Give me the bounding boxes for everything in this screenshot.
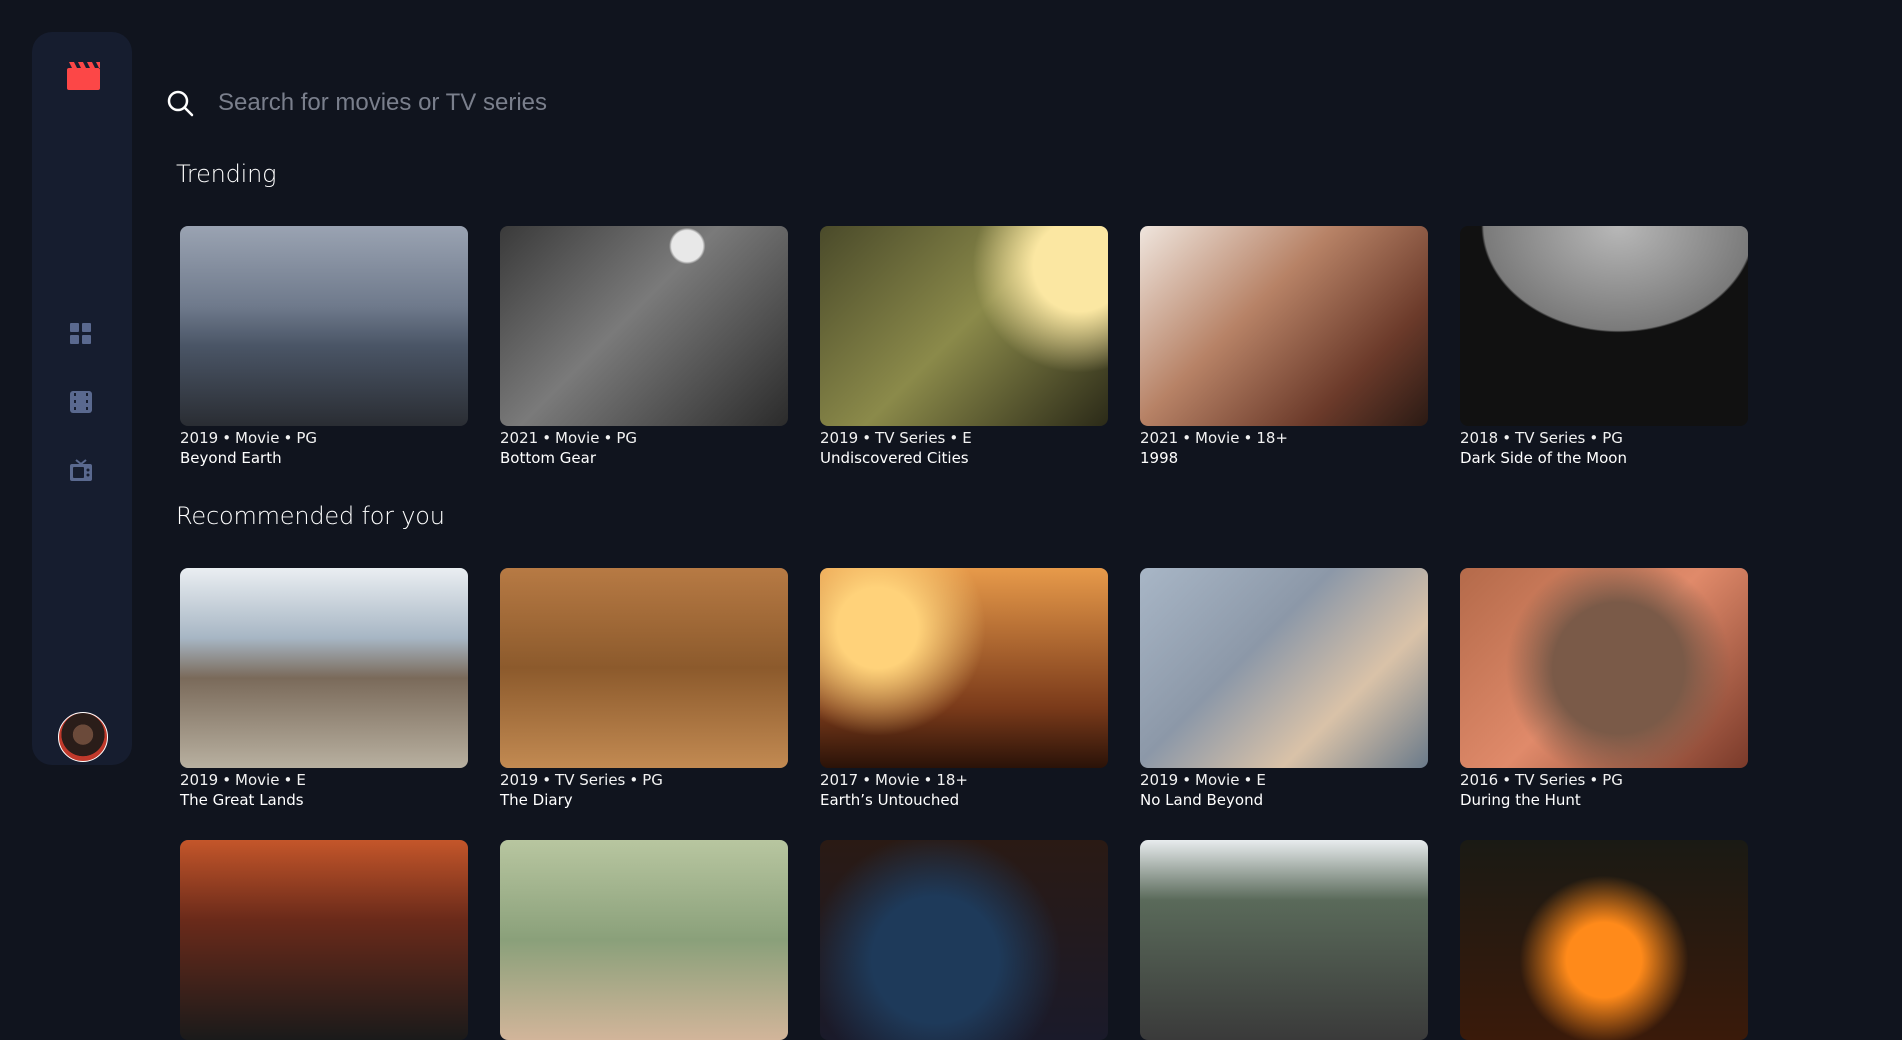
recommended-card[interactable] xyxy=(500,840,788,1040)
search-input[interactable] xyxy=(218,89,1018,117)
trending-heading: Trending xyxy=(176,160,277,188)
trending-card[interactable]: 2019 • Movie • PG Beyond Earth xyxy=(180,226,468,468)
recommended-card[interactable] xyxy=(1460,840,1748,1040)
thumbnail-image xyxy=(820,226,1108,426)
thumbnail-image xyxy=(1140,840,1428,1040)
card-title: No Land Beyond xyxy=(1140,791,1264,809)
nav-movies-icon[interactable] xyxy=(70,391,94,415)
thumbnail-image xyxy=(1140,568,1428,768)
card-meta: 2019 • Movie • PG xyxy=(180,429,317,447)
nav-tv-series-icon[interactable] xyxy=(70,459,94,483)
card-title: The Great Lands xyxy=(180,791,304,809)
card-title: Earth’s Untouched xyxy=(820,791,960,809)
thumbnail-image xyxy=(500,226,788,426)
thumbnail-image xyxy=(180,568,468,768)
thumbnail-image xyxy=(180,226,468,426)
card-meta: 2019 • TV Series • E xyxy=(820,429,972,447)
card-title: Undiscovered Cities xyxy=(820,449,969,467)
thumbnail-image xyxy=(1140,226,1428,426)
card-title: Beyond Earth xyxy=(180,449,282,467)
recommended-card[interactable]: 2019 • Movie • E No Land Beyond xyxy=(1140,568,1428,810)
search-icon xyxy=(166,89,194,117)
nav-home-icon[interactable] xyxy=(70,323,94,347)
trending-card[interactable]: 2018 • TV Series • PG Dark Side of the Moon xyxy=(1460,226,1748,468)
thumbnail-image xyxy=(500,568,788,768)
card-meta: 2016 • TV Series • PG xyxy=(1460,771,1623,789)
sidebar xyxy=(32,32,132,765)
thumbnail-image xyxy=(1460,226,1748,426)
thumbnail-image xyxy=(820,568,1108,768)
recommended-card[interactable]: 2017 • Movie • 18+ Earth’s Untouched xyxy=(820,568,1108,810)
thumbnail-image xyxy=(820,840,1108,1040)
recommended-card[interactable]: 2019 • TV Series • PG The Diary xyxy=(500,568,788,810)
thumbnail-image xyxy=(180,840,468,1040)
card-meta: 2019 • TV Series • PG xyxy=(500,771,663,789)
trending-card[interactable]: 2021 • Movie • PG Bottom Gear xyxy=(500,226,788,468)
recommended-heading: Recommended for you xyxy=(176,502,445,530)
card-meta: 2018 • TV Series • PG xyxy=(1460,429,1623,447)
recommended-card[interactable]: 2019 • Movie • E The Great Lands xyxy=(180,568,468,810)
card-meta: 2021 • Movie • PG xyxy=(500,429,637,447)
thumbnail-image xyxy=(1460,840,1748,1040)
card-meta: 2019 • Movie • E xyxy=(180,771,306,789)
card-meta: 2021 • Movie • 18+ xyxy=(1140,429,1288,447)
card-meta: 2017 • Movie • 18+ xyxy=(820,771,968,789)
thumbnail-image xyxy=(1460,568,1748,768)
logo-icon[interactable] xyxy=(67,62,100,90)
user-avatar[interactable] xyxy=(58,712,108,762)
recommended-card[interactable] xyxy=(820,840,1108,1040)
recommended-card[interactable] xyxy=(180,840,468,1040)
card-title: The Diary xyxy=(500,791,573,809)
recommended-card[interactable] xyxy=(1140,840,1428,1040)
card-meta: 2019 • Movie • E xyxy=(1140,771,1266,789)
card-title: Bottom Gear xyxy=(500,449,596,467)
card-title: Dark Side of the Moon xyxy=(1460,449,1627,467)
search-bar xyxy=(166,86,1066,120)
card-title: 1998 xyxy=(1140,449,1179,467)
card-title: During the Hunt xyxy=(1460,791,1581,809)
trending-card[interactable]: 2019 • TV Series • E Undiscovered Cities xyxy=(820,226,1108,468)
trending-card[interactable]: 2021 • Movie • 18+ 1998 xyxy=(1140,226,1428,468)
thumbnail-image xyxy=(500,840,788,1040)
recommended-card[interactable]: 2016 • TV Series • PG During the Hunt xyxy=(1460,568,1748,810)
